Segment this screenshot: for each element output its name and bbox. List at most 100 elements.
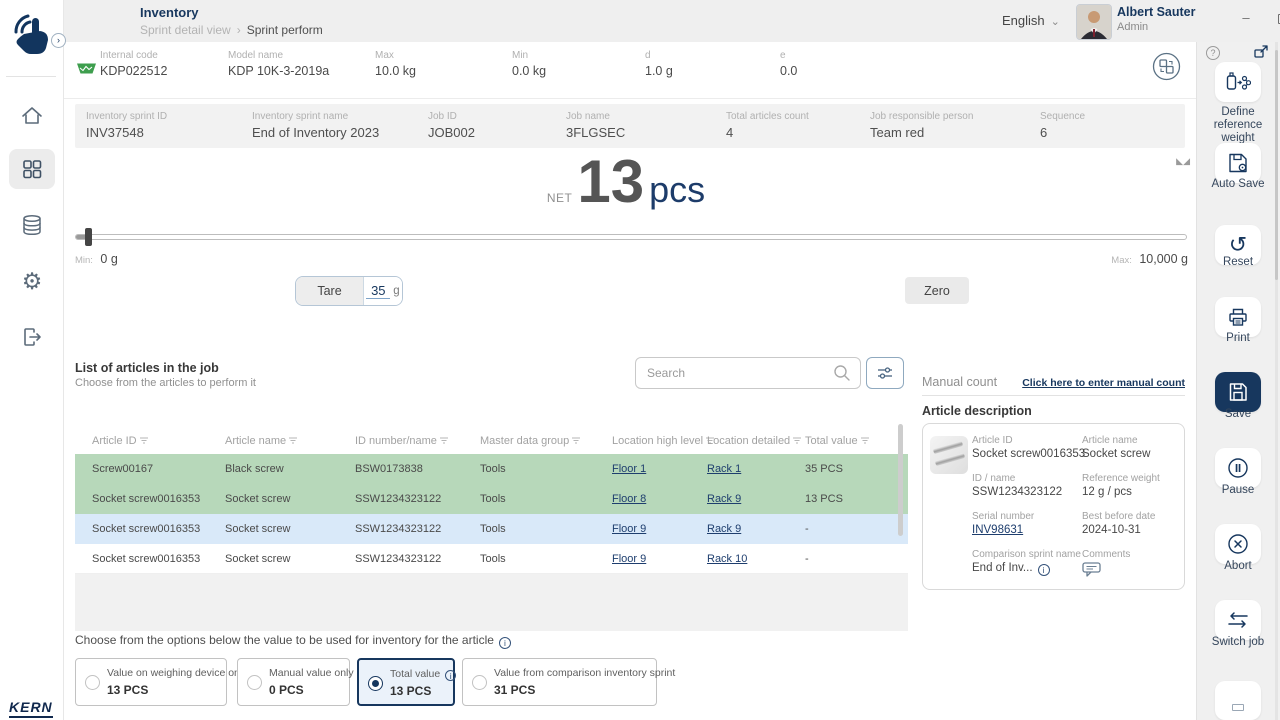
define-reference-weight-button[interactable] [1215, 62, 1261, 102]
cell-location-high-link[interactable]: Floor 1 [612, 463, 646, 475]
avatar[interactable] [1076, 4, 1112, 40]
table-row[interactable]: Screw00167 Black screw BSW0173838 Tools … [75, 454, 908, 484]
option-total-value[interactable]: Total valuei 13 PCS [357, 658, 455, 706]
sprint-field-job-id: Job ID JOB002 [428, 111, 475, 140]
partial-action-button[interactable] [1215, 681, 1261, 720]
switch-device-icon [1152, 52, 1181, 81]
option-value: 31 PCS [494, 683, 535, 697]
radio-icon[interactable] [85, 675, 100, 690]
manual-count-link[interactable]: Click here to enter manual count [1020, 377, 1185, 389]
zero-button[interactable]: Zero [905, 277, 969, 304]
sidebar-item-logout[interactable] [0, 317, 64, 357]
reset-label: Reset [1196, 256, 1280, 269]
cell-location-detailed-link[interactable]: Rack 9 [707, 523, 741, 535]
field-label: Job name [566, 111, 625, 122]
auto-save-label: Auto Save [1196, 178, 1280, 191]
sidebar-item-home[interactable] [0, 96, 64, 136]
option-label-text: Total value [390, 668, 440, 680]
weight-slider-handle[interactable] [85, 228, 92, 246]
field-value: Team red [870, 125, 973, 140]
field-value: 3FLGSEC [566, 125, 625, 140]
save-button[interactable] [1215, 372, 1261, 412]
field-label: Internal code [100, 50, 167, 61]
cell-location-high-link[interactable]: Floor 8 [612, 493, 646, 505]
column-filter-icon [140, 437, 148, 445]
option-value: 0 PCS [269, 683, 304, 697]
sidebar-scrollbar-thumb[interactable] [1275, 50, 1278, 280]
breadcrumb: Sprint detail view›Sprint perform [140, 23, 323, 37]
breadcrumb-parent[interactable]: Sprint detail view [140, 23, 231, 37]
sidebar-collapse-toggle[interactable]: › [51, 33, 66, 48]
column-header-article-name[interactable]: Article name [225, 435, 297, 447]
expand-panel-icon[interactable] [1253, 44, 1269, 60]
cell-article-id: Screw00167 [92, 454, 153, 484]
language-selector[interactable]: English⌄ [1002, 13, 1060, 28]
window-minimize-button[interactable]: – [1236, 10, 1256, 25]
table-row[interactable]: Socket screw0016353 Socket screw SSW1234… [75, 544, 908, 574]
device-field-e: e 0.0 [780, 50, 797, 78]
radio-icon[interactable] [472, 675, 487, 690]
radio-icon[interactable] [247, 675, 262, 690]
radio-icon-selected[interactable] [368, 676, 383, 691]
cell-article-id: Socket screw0016353 [92, 484, 200, 514]
abort-button[interactable] [1215, 524, 1261, 564]
app-logo [8, 8, 56, 66]
print-button[interactable] [1215, 297, 1261, 337]
weight-slider-track[interactable] [75, 234, 1187, 240]
cell-location-detailed-link[interactable]: Rack 1 [707, 463, 741, 475]
sidebar-item-master-data[interactable] [0, 205, 64, 245]
collapse-display-icon[interactable]: ◣◢ [1160, 156, 1190, 167]
tare-button[interactable]: Tare [296, 277, 364, 305]
column-header-master-data-group[interactable]: Master data group [480, 435, 580, 447]
field-label: Total articles count [726, 111, 809, 122]
cell-location-detailed-link[interactable]: Rack 10 [707, 553, 747, 565]
slider-max: Max: 10,000 g [1111, 250, 1188, 268]
reset-icon: ↺ [1229, 234, 1247, 256]
cell-location-detailed-link[interactable]: Rack 9 [707, 493, 741, 505]
sprint-field-responsible: Job responsible person Team red [870, 111, 973, 140]
option-comparison-sprint-value[interactable]: Value from comparison inventory sprint 3… [462, 658, 657, 706]
info-icon[interactable]: i [1038, 564, 1050, 576]
serial-number-link[interactable]: INV98631 [972, 524, 1023, 536]
search-input[interactable] [636, 366, 832, 380]
cell-location-high-link[interactable]: Floor 9 [612, 553, 646, 565]
id-name-label: ID / name [972, 473, 1015, 484]
sidebar-item-modules[interactable] [0, 149, 64, 189]
article-name-label: Article name [1082, 435, 1138, 446]
comments-icon[interactable] [1082, 562, 1102, 577]
table-row-selected[interactable]: Socket screw0016353 Socket screw SSW1234… [75, 514, 908, 544]
table-row[interactable]: Socket screw0016353 Socket screw SSW1234… [75, 484, 908, 514]
column-header-location-detailed[interactable]: Location detailed [707, 435, 801, 447]
user-name: Albert Sauter [1117, 5, 1196, 19]
table-scrollbar[interactable] [898, 424, 903, 536]
column-header-id-number[interactable]: ID number/name [355, 435, 448, 447]
help-button[interactable]: ? [1206, 46, 1220, 60]
pause-button[interactable] [1215, 448, 1261, 488]
column-label: ID number/name [355, 435, 437, 447]
sidebar-divider [6, 76, 56, 77]
cell-master-data-group: Tools [480, 514, 506, 544]
auto-save-button[interactable] [1215, 143, 1261, 183]
cell-location-high-link[interactable]: Floor 9 [612, 523, 646, 535]
reference-weight-label: Reference weight [1082, 473, 1160, 484]
tare-control: Tare g [295, 276, 403, 306]
info-icon[interactable]: i [499, 637, 511, 649]
info-icon[interactable]: i [445, 670, 456, 681]
options-title: Choose from the options below the value … [75, 633, 511, 649]
save-label: Save [1196, 408, 1280, 421]
switch-job-button[interactable] [1215, 600, 1261, 640]
column-header-location-high[interactable]: Location high level [612, 435, 714, 447]
filter-button[interactable] [866, 357, 904, 389]
switch-device-button[interactable] [1152, 52, 1181, 81]
column-header-article-id[interactable]: Article ID [92, 435, 148, 447]
column-header-total-value[interactable]: Total value [805, 435, 869, 447]
option-label: Value from comparison inventory sprint [494, 667, 675, 679]
sprint-field-articles-count: Total articles count 4 [726, 111, 809, 140]
option-weighing-device-only[interactable]: Value on weighing device only 13 PCS [75, 658, 227, 706]
tare-input[interactable] [366, 283, 390, 299]
sidebar-item-settings[interactable]: ⚙ [0, 261, 64, 301]
field-label: Model name [228, 50, 329, 61]
option-manual-value-only[interactable]: Manual value only 0 PCS [237, 658, 350, 706]
touch-hand-logo-icon [8, 8, 56, 66]
field-label: d [645, 50, 673, 61]
